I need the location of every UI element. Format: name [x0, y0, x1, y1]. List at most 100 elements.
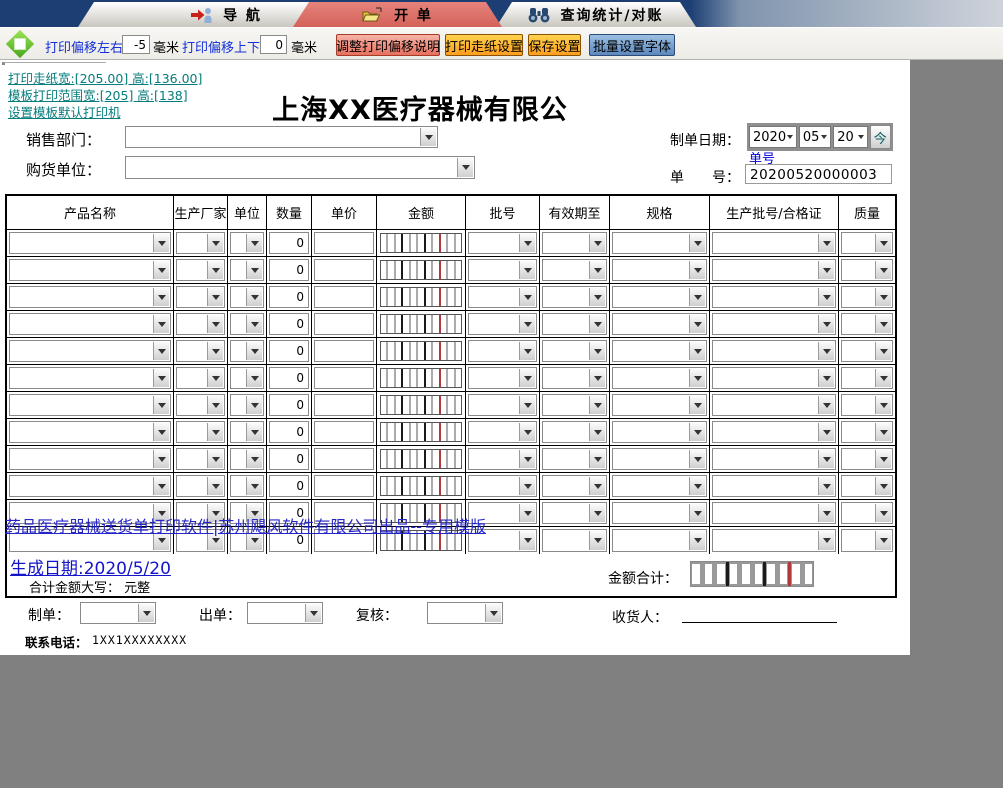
chevron-down-icon[interactable]: [153, 288, 169, 306]
chevron-down-icon[interactable]: [818, 261, 834, 279]
expiry-combobox[interactable]: [542, 421, 607, 443]
quantity-input[interactable]: 0: [269, 421, 309, 443]
chevron-down-icon[interactable]: [519, 261, 535, 279]
chevron-down-icon[interactable]: [818, 504, 834, 522]
chevron-down-icon[interactable]: [589, 396, 605, 414]
chevron-down-icon[interactable]: [519, 450, 535, 468]
prod-batch-cert-combobox[interactable]: [712, 259, 836, 281]
expiry-combobox[interactable]: [542, 475, 607, 497]
unit-price-input[interactable]: [314, 367, 374, 389]
spec-combobox[interactable]: [612, 232, 707, 254]
unit-price-input[interactable]: [314, 475, 374, 497]
chevron-down-icon[interactable]: [153, 477, 169, 495]
reviewer-combobox[interactable]: [427, 602, 503, 624]
spec-combobox[interactable]: [612, 502, 707, 524]
chevron-down-icon[interactable]: [875, 477, 891, 495]
chevron-down-icon[interactable]: [818, 342, 834, 360]
spec-combobox[interactable]: [612, 259, 707, 281]
default-printer-link[interactable]: 设置模板默认打印机: [8, 102, 121, 121]
chevron-down-icon[interactable]: [519, 315, 535, 333]
chevron-down-icon[interactable]: [246, 369, 262, 387]
chevron-down-icon[interactable]: [875, 234, 891, 252]
expiry-combobox[interactable]: [542, 340, 607, 362]
chevron-down-icon[interactable]: [207, 396, 223, 414]
unit-combobox[interactable]: [230, 367, 264, 389]
chevron-down-icon[interactable]: [821, 135, 827, 139]
offset-ud-input[interactable]: 0: [260, 35, 287, 54]
product-combobox[interactable]: [9, 394, 171, 416]
quality-combobox[interactable]: [841, 502, 893, 524]
manufacturer-combobox[interactable]: [176, 421, 225, 443]
quantity-input[interactable]: 0: [269, 394, 309, 416]
quantity-input[interactable]: 0: [269, 286, 309, 308]
chevron-down-icon[interactable]: [818, 315, 834, 333]
expiry-combobox[interactable]: [542, 529, 607, 552]
splitter-handle[interactable]: [2, 62, 106, 65]
quantity-input[interactable]: 0: [269, 448, 309, 470]
chevron-down-icon[interactable]: [246, 450, 262, 468]
quality-combobox[interactable]: [841, 475, 893, 497]
manufacturer-combobox[interactable]: [176, 259, 225, 281]
chevron-down-icon[interactable]: [689, 450, 705, 468]
chevron-down-icon[interactable]: [153, 396, 169, 414]
unit-combobox[interactable]: [230, 286, 264, 308]
chevron-down-icon[interactable]: [875, 504, 891, 522]
day-dropdown[interactable]: 20: [833, 126, 867, 148]
chevron-down-icon[interactable]: [153, 342, 169, 360]
chevron-down-icon[interactable]: [207, 315, 223, 333]
month-dropdown[interactable]: 05: [799, 126, 831, 148]
spec-combobox[interactable]: [612, 313, 707, 335]
generated-date-link[interactable]: 生成日期:2020/5/20: [10, 554, 171, 579]
paper-feed-settings-button[interactable]: 打印走纸设置: [445, 34, 523, 56]
chevron-down-icon[interactable]: [689, 315, 705, 333]
chevron-down-icon[interactable]: [875, 288, 891, 306]
unit-price-input[interactable]: [314, 259, 374, 281]
batch-no-combobox[interactable]: [468, 421, 537, 443]
chevron-down-icon[interactable]: [689, 288, 705, 306]
chevron-down-icon[interactable]: [246, 261, 262, 279]
batch-no-combobox[interactable]: [468, 232, 537, 254]
chevron-down-icon[interactable]: [818, 477, 834, 495]
chevron-down-icon[interactable]: [589, 369, 605, 387]
chevron-down-icon[interactable]: [689, 234, 705, 252]
chevron-down-icon[interactable]: [875, 450, 891, 468]
chevron-down-icon[interactable]: [589, 423, 605, 441]
quality-combobox[interactable]: [841, 529, 893, 552]
tab-query-stats[interactable]: 查询统计/对账: [496, 2, 696, 27]
expiry-combobox[interactable]: [542, 448, 607, 470]
quality-combobox[interactable]: [841, 394, 893, 416]
prod-batch-cert-combobox[interactable]: [712, 502, 836, 524]
chevron-down-icon[interactable]: [689, 261, 705, 279]
quantity-input[interactable]: 0: [269, 232, 309, 254]
chevron-down-icon[interactable]: [818, 288, 834, 306]
quality-combobox[interactable]: [841, 313, 893, 335]
unit-combobox[interactable]: [230, 232, 264, 254]
chevron-down-icon[interactable]: [153, 261, 169, 279]
quality-combobox[interactable]: [841, 367, 893, 389]
adjust-offset-help-button[interactable]: 调整打印偏移说明: [336, 34, 440, 56]
chevron-down-icon[interactable]: [818, 531, 834, 550]
batch-no-combobox[interactable]: [468, 286, 537, 308]
chevron-down-icon[interactable]: [519, 504, 535, 522]
chevron-down-icon[interactable]: [420, 128, 436, 146]
quantity-input[interactable]: 0: [269, 475, 309, 497]
chevron-down-icon[interactable]: [519, 423, 535, 441]
spec-combobox[interactable]: [612, 286, 707, 308]
chevron-down-icon[interactable]: [207, 342, 223, 360]
order-no-input[interactable]: 20200520000003: [745, 164, 892, 184]
batch-no-combobox[interactable]: [468, 259, 537, 281]
chevron-down-icon[interactable]: [787, 135, 793, 139]
batch-no-combobox[interactable]: [468, 367, 537, 389]
prod-batch-cert-combobox[interactable]: [712, 340, 836, 362]
quality-combobox[interactable]: [841, 340, 893, 362]
prod-batch-cert-combobox[interactable]: [712, 394, 836, 416]
manufacturer-combobox[interactable]: [176, 232, 225, 254]
chevron-down-icon[interactable]: [875, 396, 891, 414]
chevron-down-icon[interactable]: [875, 315, 891, 333]
prod-batch-cert-combobox[interactable]: [712, 232, 836, 254]
buyer-combobox[interactable]: [125, 156, 475, 179]
product-combobox[interactable]: [9, 232, 171, 254]
chevron-down-icon[interactable]: [689, 423, 705, 441]
quantity-input[interactable]: 0: [269, 367, 309, 389]
vendor-watermark-link[interactable]: 药品医疗器械送货单打印软件|苏州飓风软件有限公司出品--专用模版: [5, 513, 486, 537]
